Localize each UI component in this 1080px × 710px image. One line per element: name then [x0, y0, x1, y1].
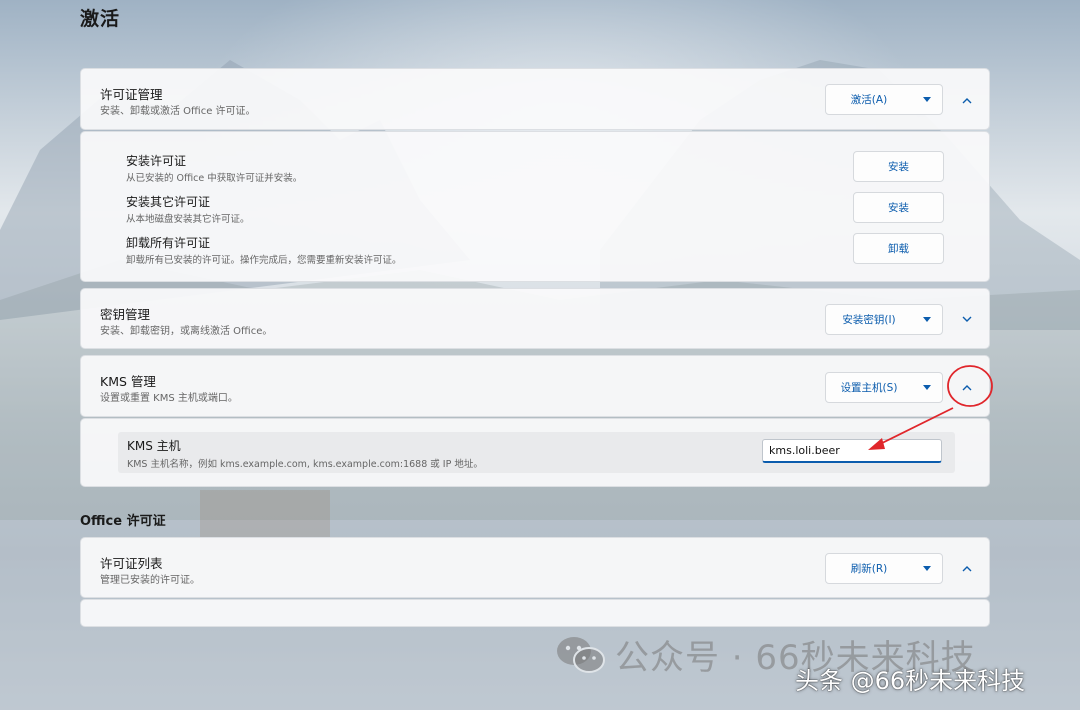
- install-key-button[interactable]: 安装密钥(I): [826, 312, 912, 327]
- refresh-button[interactable]: 刷新(R): [826, 561, 912, 576]
- activate-button[interactable]: 激活(A): [826, 92, 912, 107]
- license-list-title: 许可证列表: [100, 556, 163, 571]
- kms-host-input[interactable]: [762, 439, 942, 463]
- key-management-title: 密钥管理: [100, 307, 151, 322]
- license-management-card: 许可证管理 安装、卸载或激活 Office 许可证。 激活(A): [80, 68, 990, 130]
- uninstall-all-licenses-desc: 卸载所有已安装的许可证。操作完成后，您需要重新安装许可证。: [126, 255, 402, 266]
- set-host-split-button: 设置主机(S): [825, 372, 943, 403]
- refresh-split-button: 刷新(R): [825, 553, 943, 584]
- uninstall-all-licenses-button[interactable]: 卸载: [853, 233, 944, 264]
- chevron-down-icon[interactable]: [954, 306, 980, 332]
- set-host-dropdown-button[interactable]: [912, 373, 942, 402]
- kms-host-title: KMS 主机: [127, 439, 181, 453]
- license-list-desc: 管理已安装的许可证。: [100, 575, 200, 586]
- kms-management-title: KMS 管理: [100, 374, 156, 389]
- office-licenses-section-label: Office 许可证: [80, 514, 166, 529]
- install-license-desc: 从已安装的 Office 中获取许可证并安装。: [126, 173, 303, 184]
- license-management-title: 许可证管理: [100, 87, 163, 102]
- install-license-button[interactable]: 安装: [853, 151, 944, 182]
- watermark-toutiao: 头条 @66秒未来科技: [795, 667, 1026, 695]
- page-title: 激活: [80, 8, 121, 30]
- install-key-dropdown-button[interactable]: [912, 305, 942, 334]
- install-key-split-button: 安装密钥(I): [825, 304, 943, 335]
- caret-down-icon: [923, 97, 931, 102]
- set-host-button[interactable]: 设置主机(S): [826, 380, 912, 395]
- kms-host-desc: KMS 主机名称，例如 kms.example.com, kms.example…: [127, 459, 483, 470]
- kms-management-card: KMS 管理 设置或重置 KMS 主机或端口。 设置主机(S): [80, 355, 990, 417]
- license-actions-panel: 安装许可证 从已安装的 Office 中获取许可证并安装。 安装 安装其它许可证…: [80, 131, 990, 282]
- kms-management-desc: 设置或重置 KMS 主机或端口。: [100, 393, 238, 404]
- activate-dropdown-button[interactable]: [912, 85, 942, 114]
- license-list-panel: [80, 599, 990, 627]
- install-other-license-desc: 从本地磁盘安装其它许可证。: [126, 214, 250, 225]
- caret-down-icon: [923, 566, 931, 571]
- key-management-desc: 安装、卸载密钥，或离线激活 Office。: [100, 326, 273, 337]
- install-other-license-button[interactable]: 安装: [853, 192, 944, 223]
- wechat-icon: [557, 636, 605, 673]
- install-other-license-title: 安装其它许可证: [126, 195, 211, 209]
- license-list-card: 许可证列表 管理已安装的许可证。 刷新(R): [80, 537, 990, 598]
- kms-host-row: KMS 主机 KMS 主机名称，例如 kms.example.com, kms.…: [118, 432, 955, 473]
- key-management-card: 密钥管理 安装、卸载密钥，或离线激活 Office。 安装密钥(I): [80, 288, 990, 349]
- chevron-up-icon[interactable]: [954, 555, 980, 581]
- install-license-title: 安装许可证: [126, 154, 187, 168]
- refresh-dropdown-button[interactable]: [912, 554, 942, 583]
- activate-split-button: 激活(A): [825, 84, 943, 115]
- license-management-desc: 安装、卸载或激活 Office 许可证。: [100, 106, 256, 117]
- chevron-up-icon[interactable]: [954, 87, 980, 113]
- uninstall-all-licenses-title: 卸载所有许可证: [126, 236, 211, 250]
- chevron-up-icon[interactable]: [954, 374, 980, 400]
- kms-host-panel: KMS 主机 KMS 主机名称，例如 kms.example.com, kms.…: [80, 418, 990, 487]
- caret-down-icon: [923, 317, 931, 322]
- caret-down-icon: [923, 385, 931, 390]
